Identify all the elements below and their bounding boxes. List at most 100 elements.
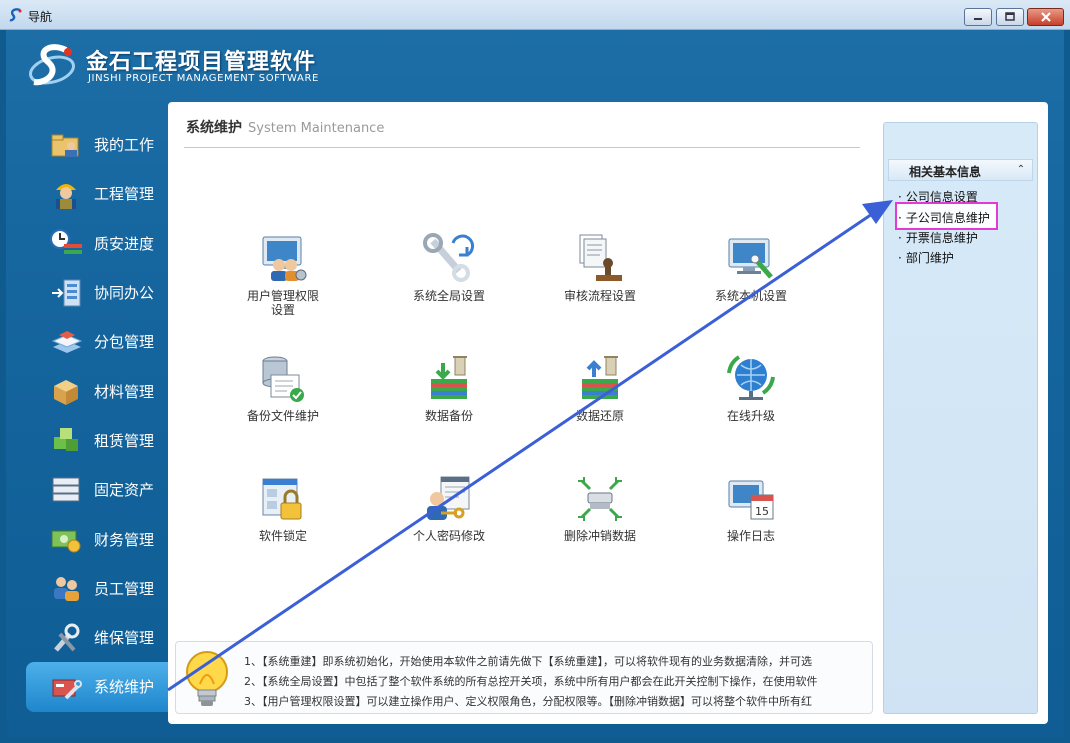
link-invoice-info[interactable]: 开票信息维护 <box>898 229 978 246</box>
logo-title: 金石工程项目管理软件 <box>86 50 317 75</box>
sidebar-item-label: 材料管理 <box>94 382 155 401</box>
sidebar-item-label: 维保管理 <box>94 629 155 648</box>
sidebar-item-label: 员工管理 <box>94 579 155 598</box>
sidebar-item-finance[interactable]: 财务管理 <box>26 514 168 563</box>
tile-label: 删除冲销数据 <box>563 529 636 543</box>
minimize-button[interactable] <box>964 8 992 26</box>
sidebar-item-label: 财务管理 <box>94 530 155 549</box>
tip-line-1: 1、【系统重建】即系统初始化，开始使用本软件之前请先做下【系统重建】，可以将软件… <box>244 655 812 668</box>
link-department[interactable]: 部门维护 <box>898 249 954 266</box>
tile-label: 系统全局设置 <box>412 289 485 303</box>
local-settings-icon <box>728 238 773 279</box>
tile-global-settings[interactable]: 系统全局设置 <box>389 233 509 304</box>
tile-label: 系统本机设置 <box>714 289 787 303</box>
tile-label: 审核流程设置 <box>563 289 636 303</box>
page-title-text: 系统维护 <box>186 120 242 136</box>
data-restore-icon <box>582 356 618 399</box>
server-icon <box>50 474 82 506</box>
logo-subtitle: JINSHI PROJECT MANAGEMENT SOFTWARE <box>88 73 319 84</box>
related-info-title: 相关基本信息 <box>909 165 982 179</box>
tile-backup-files[interactable]: 备份文件维护 <box>223 353 343 424</box>
tile-delete-writeoff[interactable]: 删除冲销数据 <box>540 473 660 544</box>
collapse-chevron-icon[interactable]: ⌃ <box>1015 164 1027 176</box>
sidebar-item-label: 固定资产 <box>94 481 155 500</box>
close-button[interactable] <box>1027 8 1064 26</box>
sidebar-item-office[interactable]: 协同办公 <box>26 268 168 317</box>
minimize-icon <box>974 18 982 20</box>
sidebar-item-lease[interactable]: 租赁管理 <box>26 416 168 465</box>
users-icon <box>50 572 82 604</box>
tile-online-upgrade[interactable]: 在线升级 <box>691 353 811 424</box>
tip-line-2: 2、【系统全局设置】中包括了整个软件系统的所有总控开关项，系统中所有用户都会在此… <box>244 675 818 688</box>
tile-label: 个人密码修改 <box>412 529 485 543</box>
tile-label: 操作日志 <box>726 529 775 543</box>
tile-label: 数据备份 <box>424 409 473 423</box>
online-upgrade-globe-icon <box>727 355 775 400</box>
tile-label: 在线升级 <box>726 409 775 423</box>
tip-line-3: 3、【用户管理权限设置】可以建立操作用户、定义权限角色，分配权限等。【删除冲销数… <box>244 695 812 708</box>
app-logo: 金石工程项目管理软件 JINSHI PROJECT MANAGEMENT SOF… <box>28 40 328 94</box>
title-divider <box>184 147 860 148</box>
sidebar: 我的工作 工程管理 质安进度 协同办公 分包管理 材料管理 租赁管理 固定资产 … <box>26 120 171 712</box>
money-icon <box>50 523 82 555</box>
tile-label: 备份文件维护 <box>246 409 319 423</box>
sidebar-item-label: 系统维护 <box>94 678 155 697</box>
tile-password-change[interactable]: 个人密码修改 <box>389 473 509 544</box>
tile-user-permissions[interactable]: 用户管理权限 设置 <box>223 233 343 316</box>
tile-software-lock[interactable]: 软件锁定 <box>223 473 343 544</box>
layers-icon <box>50 326 82 358</box>
sidebar-item-staff[interactable]: 员工管理 <box>26 564 168 613</box>
page-title: 系统维护 System Maintenance <box>186 117 384 137</box>
related-info-header[interactable]: 相关基本信息 ⌃ <box>888 159 1033 181</box>
sidebar-item-subcontract[interactable]: 分包管理 <box>26 317 168 366</box>
sidebar-item-system-maintenance[interactable]: 系统维护 <box>26 662 171 712</box>
tile-local-settings[interactable]: 系统本机设置 <box>691 233 811 304</box>
backup-files-icon <box>262 356 304 402</box>
title-bar: 导航 <box>0 0 1070 30</box>
tips-box: 1、【系统重建】即系统初始化，开始使用本软件之前请先做下【系统重建】，可以将软件… <box>175 641 873 714</box>
tools-icon <box>50 622 82 654</box>
sidebar-item-assets[interactable]: 固定资产 <box>26 465 168 514</box>
link-subsidiary-info[interactable]: 子公司信息维护 <box>898 209 990 226</box>
sidebar-item-quality[interactable]: 质安进度 <box>26 219 168 268</box>
sidebar-item-material[interactable]: 材料管理 <box>26 366 168 415</box>
lock-icon <box>262 478 302 520</box>
tile-approval-flow[interactable]: 审核流程设置 <box>540 233 660 304</box>
sidebar-item-my-work[interactable]: 我的工作 <box>26 120 168 169</box>
user-permissions-icon <box>262 236 307 281</box>
tile-data-backup[interactable]: 数据备份 <box>389 353 509 424</box>
office-icon <box>50 277 82 309</box>
password-key-icon <box>427 476 470 520</box>
sidebar-item-label: 分包管理 <box>94 333 155 352</box>
sidebar-item-maintenance-service[interactable]: 维保管理 <box>26 613 168 662</box>
link-company-info[interactable]: 公司信息设置 <box>898 188 978 205</box>
sidebar-item-label: 协同办公 <box>94 284 155 303</box>
maximize-button[interactable] <box>996 8 1024 26</box>
delete-data-icon <box>578 477 622 521</box>
maintenance-icon <box>50 671 82 703</box>
window-title: 导航 <box>28 10 53 24</box>
approval-stamp-icon <box>579 234 622 281</box>
worker-icon <box>50 178 82 210</box>
clock-bars-icon <box>50 227 82 259</box>
tile-label-line2: 设置 <box>270 303 295 317</box>
folder-user-icon <box>50 129 82 161</box>
tile-label: 软件锁定 <box>258 529 307 543</box>
tile-label: 用户管理权限 <box>246 289 319 303</box>
sidebar-item-label: 我的工作 <box>94 136 155 155</box>
page-title-english: System Maintenance <box>248 121 385 136</box>
data-backup-icon <box>431 356 467 399</box>
sidebar-item-project[interactable]: 工程管理 <box>26 169 168 218</box>
operation-log-icon: 15 <box>728 480 774 520</box>
close-icon <box>1040 12 1051 22</box>
jinshi-logo-icon <box>29 44 75 86</box>
maximize-icon <box>1005 12 1015 21</box>
app-logo-icon <box>9 8 22 22</box>
tile-operation-log[interactable]: 15 操作日志 <box>691 473 811 544</box>
tile-data-restore[interactable]: 数据还原 <box>540 353 660 424</box>
sidebar-item-label: 工程管理 <box>94 185 155 204</box>
box-icon <box>50 375 82 407</box>
svg-text:15: 15 <box>755 505 769 518</box>
sidebar-item-label: 质安进度 <box>94 234 155 253</box>
lightbulb-icon <box>186 651 228 706</box>
